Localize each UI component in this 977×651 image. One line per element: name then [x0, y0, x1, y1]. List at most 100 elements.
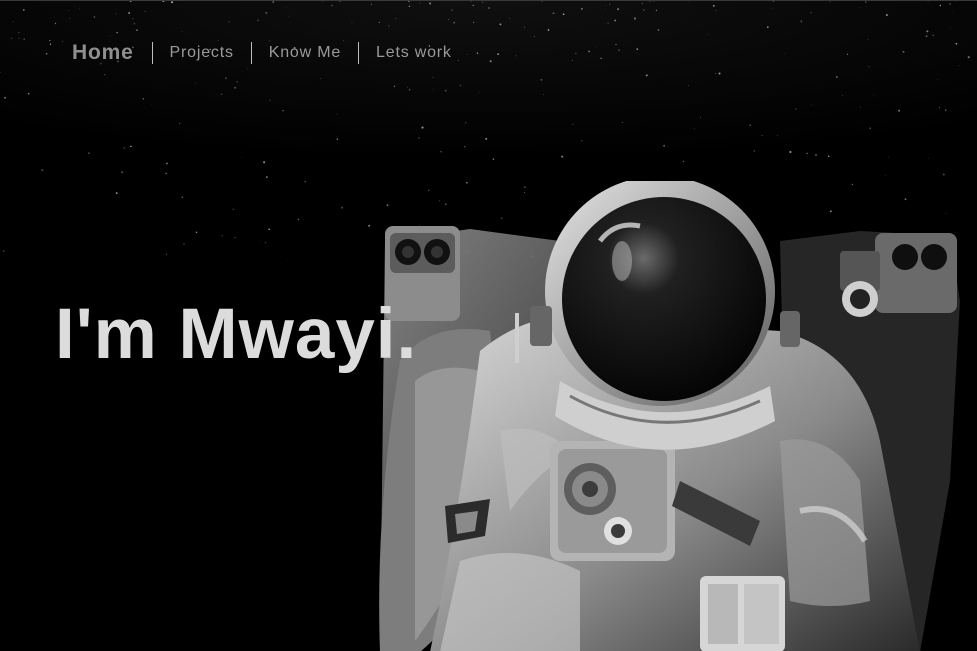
star — [693, 128, 695, 130]
star — [27, 92, 30, 95]
star — [406, 86, 408, 88]
star — [133, 22, 136, 25]
star — [885, 13, 888, 17]
star — [575, 52, 577, 54]
star — [777, 134, 779, 136]
star — [509, 18, 510, 19]
star — [540, 78, 543, 81]
star — [955, 42, 958, 45]
star — [800, 20, 803, 23]
star — [489, 60, 492, 63]
star — [846, 53, 849, 55]
typing-cursor — [515, 313, 519, 363]
star — [499, 23, 502, 26]
star — [618, 49, 620, 52]
star — [165, 172, 167, 175]
star — [543, 94, 544, 96]
star — [68, 10, 70, 12]
star — [432, 77, 434, 78]
star — [22, 9, 25, 11]
star — [144, 10, 146, 12]
star — [712, 4, 715, 7]
star — [636, 48, 639, 50]
star — [181, 196, 184, 199]
star — [523, 26, 526, 28]
nav-lets-work-link[interactable]: Lets work — [359, 41, 469, 65]
star — [418, 137, 420, 140]
star — [815, 154, 817, 156]
star — [607, 22, 609, 24]
star — [260, 240, 261, 242]
star — [4, 96, 6, 99]
star — [304, 181, 306, 183]
star — [234, 237, 236, 238]
star — [939, 4, 941, 7]
star — [265, 11, 268, 14]
nav-projects-link[interactable]: Projects — [153, 41, 251, 65]
star — [829, 1, 831, 2]
star — [949, 2, 952, 5]
star — [224, 77, 227, 80]
star — [88, 152, 90, 155]
star — [264, 242, 267, 244]
star — [440, 151, 442, 153]
star — [811, 104, 813, 106]
star — [873, 94, 874, 96]
star — [54, 22, 57, 25]
star — [62, 40, 64, 42]
star — [432, 89, 434, 90]
star — [761, 134, 763, 136]
star — [272, 1, 275, 3]
star — [927, 157, 929, 159]
astronaut-image — [379, 181, 960, 651]
star — [429, 2, 432, 5]
star — [472, 4, 474, 7]
star — [336, 138, 339, 140]
star — [419, 2, 421, 4]
star — [132, 17, 134, 20]
star — [657, 29, 660, 31]
star — [263, 161, 266, 164]
star — [104, 74, 106, 76]
star — [617, 8, 620, 11]
nav-home-link[interactable]: Home — [72, 41, 152, 65]
star — [464, 122, 467, 124]
star — [841, 94, 844, 96]
star — [718, 72, 721, 75]
star — [867, 38, 869, 40]
star — [220, 93, 223, 95]
star — [478, 92, 480, 94]
nav-know-me-link[interactable]: Know Me — [252, 41, 358, 65]
star — [459, 84, 462, 87]
star — [408, 5, 411, 8]
star — [515, 55, 517, 57]
star — [806, 152, 808, 155]
star — [794, 108, 797, 110]
star — [421, 126, 424, 129]
star — [130, 145, 132, 148]
star — [165, 253, 168, 255]
star — [123, 147, 126, 149]
star — [179, 122, 181, 124]
star — [749, 124, 751, 126]
star — [115, 192, 118, 195]
star — [937, 79, 938, 80]
star — [581, 8, 583, 10]
star — [828, 155, 830, 158]
star — [753, 150, 756, 152]
star — [707, 34, 709, 35]
star — [682, 160, 685, 163]
star — [447, 19, 449, 20]
star — [10, 37, 13, 40]
star — [232, 208, 234, 210]
star — [41, 169, 44, 172]
star — [561, 155, 564, 158]
star — [588, 50, 591, 53]
star — [228, 21, 230, 23]
star — [945, 109, 947, 111]
star — [942, 173, 945, 176]
star — [615, 44, 617, 46]
star — [115, 13, 117, 15]
star — [571, 60, 573, 61]
star — [257, 19, 259, 22]
